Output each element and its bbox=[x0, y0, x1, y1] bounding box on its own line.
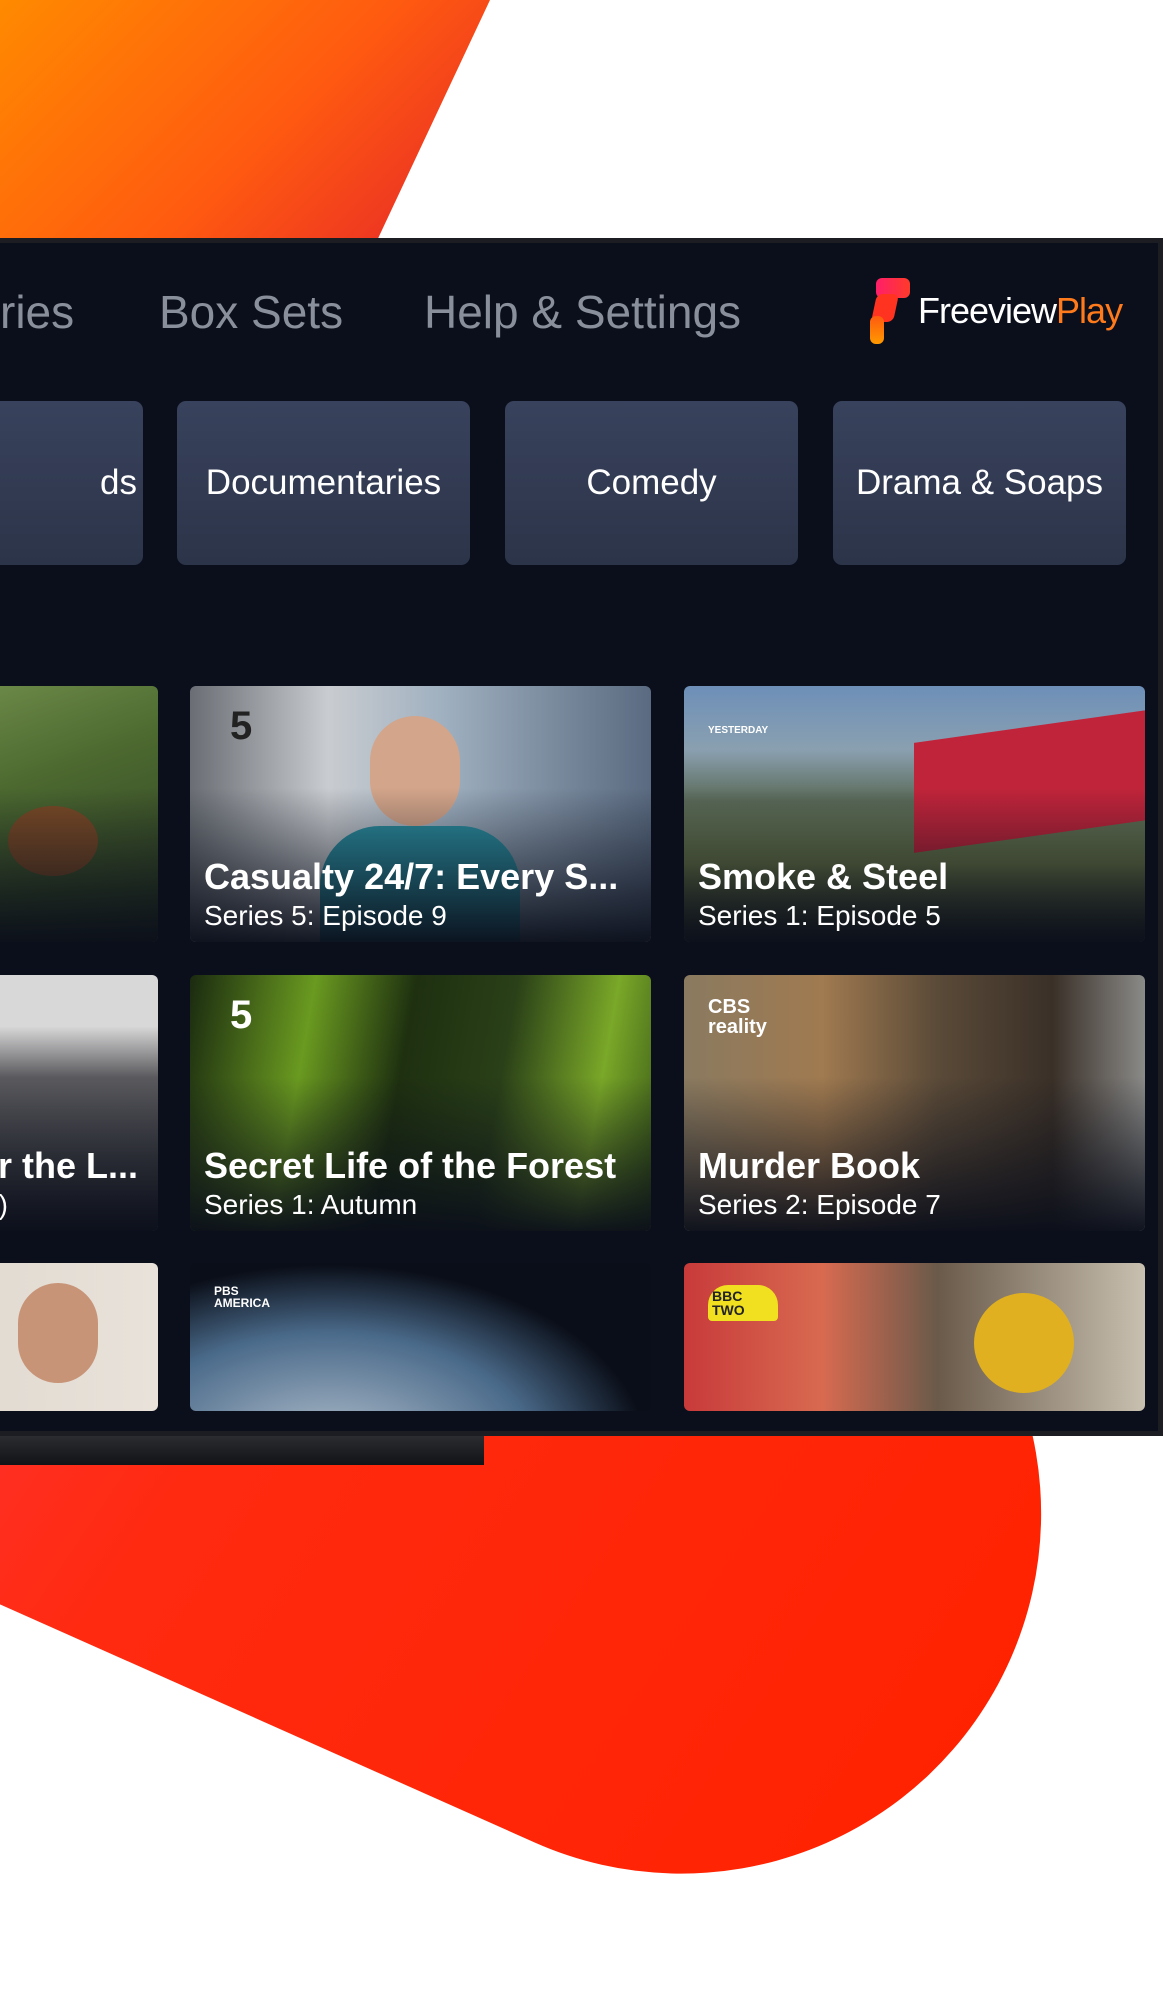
programme-card-earth[interactable]: PBS AMERICA bbox=[190, 1263, 651, 1411]
programme-episode: Series 5: Episode 9 bbox=[204, 900, 447, 931]
logo-text-main: Freeview bbox=[918, 290, 1057, 331]
channel-logo-cbs-reality: CBS reality bbox=[708, 996, 767, 1038]
channel-logo-5: 5 bbox=[230, 704, 253, 748]
programme-title: Smoke & Steel bbox=[698, 856, 949, 897]
category-label: Documentaries bbox=[205, 463, 442, 502]
programme-episode: Series 2: Episode 7 bbox=[698, 1189, 941, 1220]
thumbnail-image bbox=[974, 1293, 1074, 1393]
tv-stand bbox=[0, 1436, 484, 1465]
freeview-logo-icon bbox=[870, 278, 910, 344]
thumbnail-image bbox=[18, 1283, 98, 1383]
programme-title: Murder Book bbox=[698, 1145, 921, 1186]
channel-logo-5: 5 bbox=[230, 993, 253, 1037]
category-comedy[interactable]: Comedy bbox=[505, 401, 798, 565]
programme-episode: ) bbox=[0, 1189, 8, 1221]
programme-card[interactable] bbox=[0, 686, 158, 942]
programme-card-smoke-steel[interactable]: YESTERDAY Smoke & Steel Series 1: Episod… bbox=[684, 686, 1145, 942]
background-orange-shape bbox=[0, 0, 490, 240]
programme-episode: Series 1: Autumn bbox=[204, 1189, 418, 1220]
programme-card-casualty[interactable]: 5 Casualty 24/7: Every S... Series 5: Ep… bbox=[190, 686, 651, 942]
category-label: ds bbox=[100, 463, 137, 502]
category-label: Comedy bbox=[586, 463, 717, 502]
programme-card-bbc-two[interactable]: BBC TWO bbox=[684, 1263, 1145, 1411]
logo-text-accent: Play bbox=[1056, 290, 1123, 331]
programme-title: Casualty 24/7: Every S... bbox=[204, 856, 619, 897]
nav-item-help-settings[interactable]: Help & Settings bbox=[424, 285, 741, 339]
programme-card[interactable]: r the L... ) bbox=[0, 975, 158, 1231]
freeview-play-logo: FreeviewPlay bbox=[870, 278, 1123, 344]
category-kids[interactable]: ds bbox=[0, 401, 143, 565]
programme-card-secret-life-forest[interactable]: 5 Secret Life of the Forest Series 1: Au… bbox=[190, 975, 651, 1231]
category-label: Drama & Soaps bbox=[855, 463, 1104, 502]
programme-card-murder-book[interactable]: CBS reality Murder Book Series 2: Episod… bbox=[684, 975, 1145, 1231]
programme-title: Secret Life of the Forest bbox=[204, 1145, 617, 1186]
nav-item-box-sets[interactable]: Box Sets bbox=[159, 285, 343, 339]
channel-logo-bbc-two: BBC TWO bbox=[708, 1285, 778, 1321]
tv-screen: ries Box Sets Help & Settings FreeviewPl… bbox=[0, 238, 1163, 1436]
channel-logo-pbs-america: PBS AMERICA bbox=[214, 1284, 270, 1310]
programme-title: r the L... bbox=[0, 1145, 138, 1186]
channel-logo-yesterday: YESTERDAY bbox=[708, 725, 769, 736]
programme-episode: Series 1: Episode 5 bbox=[698, 900, 941, 931]
category-drama-soaps[interactable]: Drama & Soaps bbox=[833, 401, 1126, 565]
category-documentaries[interactable]: Documentaries bbox=[177, 401, 470, 565]
nav-item-categories[interactable]: ries bbox=[0, 285, 74, 339]
programme-card[interactable] bbox=[0, 1263, 158, 1411]
